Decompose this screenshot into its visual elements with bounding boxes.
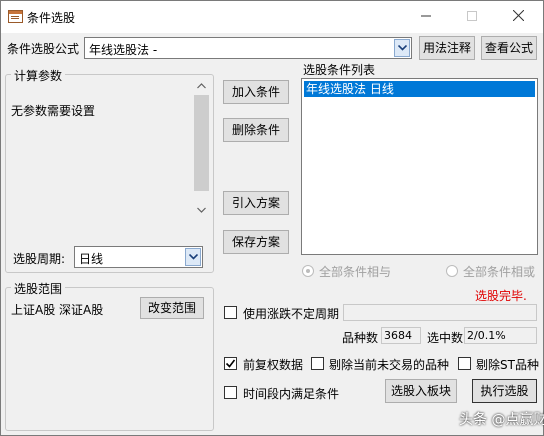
period-dropdown-button[interactable]	[185, 248, 201, 266]
save-scheme-button[interactable]: 保存方案	[223, 230, 289, 254]
window: 条件选股 条件选股公式 年线选股法 - 用法注释 查看公式 计算参数 无参数需要…	[0, 0, 544, 436]
limit-period-field	[343, 304, 537, 321]
exclude-untraded-label: 剔除当前未交易的品种	[329, 358, 450, 372]
all-and-radio	[302, 265, 314, 277]
params-scrollbar[interactable]	[193, 79, 210, 219]
execute-selection-button[interactable]: 执行选股	[472, 379, 537, 403]
import-scheme-button[interactable]: 引入方案	[223, 191, 289, 215]
exclude-untraded-checkbox[interactable]	[311, 357, 324, 370]
maximize-button	[449, 1, 495, 33]
formula-value: 年线选股法 -	[89, 43, 158, 57]
close-icon	[512, 9, 524, 22]
stock-count-label: 品种数	[342, 331, 379, 345]
title-bar: 条件选股	[1, 1, 543, 33]
scope-group-title: 选股范围	[11, 280, 66, 297]
params-message: 无参数需要设置	[11, 104, 96, 118]
period-value: 日线	[79, 252, 104, 266]
status-text: 选股完毕.	[475, 289, 527, 303]
add-condition-button[interactable]: 加入条件	[223, 80, 289, 104]
all-and-label: 全部条件相与	[319, 265, 392, 279]
formula-select[interactable]: 年线选股法 -	[84, 37, 412, 59]
forward-adj-label: 前复权数据	[243, 358, 304, 372]
minimize-icon	[421, 15, 431, 17]
time-period-checkbox[interactable]	[224, 386, 237, 399]
limit-period-checkbox[interactable]	[224, 306, 237, 319]
view-formula-button[interactable]: 查看公式	[481, 36, 537, 60]
change-scope-button[interactable]: 改变范围	[140, 297, 204, 319]
selected-count-label: 选中数	[427, 331, 464, 345]
formula-label: 条件选股公式	[7, 42, 80, 56]
condition-list-item[interactable]: 年线选股法 日线	[304, 81, 535, 97]
scroll-down-icon[interactable]	[193, 205, 210, 217]
stock-count-field: 3684	[381, 327, 421, 344]
limit-period-label: 使用涨跌不定周期	[243, 307, 340, 321]
formula-dropdown-button[interactable]	[394, 39, 410, 57]
scroll-up-icon[interactable]	[193, 80, 210, 92]
params-scroll-thumb[interactable]	[194, 95, 209, 191]
close-button[interactable]	[495, 1, 541, 33]
exclude-st-checkbox[interactable]	[458, 357, 471, 370]
delete-condition-button[interactable]: 删除条件	[223, 118, 289, 142]
condition-list[interactable]: 年线选股法 日线	[301, 78, 538, 255]
params-group-title: 计算参数	[11, 67, 66, 84]
chevron-down-icon	[398, 45, 407, 51]
exclude-st-label: 剔除ST品种	[476, 358, 539, 372]
app-icon	[8, 10, 23, 23]
chevron-down-icon	[189, 254, 198, 260]
forward-adj-checkbox[interactable]	[224, 357, 237, 370]
window-title: 条件选股	[27, 11, 76, 25]
time-period-label: 时间段内满足条件	[243, 387, 340, 401]
all-or-label: 全部条件相或	[463, 265, 536, 279]
selected-count-field: 2/0.1%	[464, 327, 537, 344]
selected-count-value: 2/0.1%	[467, 329, 506, 342]
minimize-button[interactable]	[403, 1, 449, 33]
maximize-icon	[467, 11, 477, 21]
check-icon	[225, 359, 236, 368]
scope-value: 上证A股 深证A股	[11, 303, 104, 317]
condition-list-title: 选股条件列表	[303, 63, 376, 77]
watermark-text: 头条 @点赢财经	[459, 412, 544, 428]
period-label: 选股周期:	[13, 252, 66, 266]
usage-notes-button[interactable]: 用法注释	[419, 36, 475, 60]
period-select[interactable]: 日线	[74, 246, 203, 268]
add-to-block-button[interactable]: 选股入板块	[385, 379, 457, 403]
all-or-radio	[446, 265, 458, 277]
stock-count-value: 3684	[384, 329, 412, 342]
